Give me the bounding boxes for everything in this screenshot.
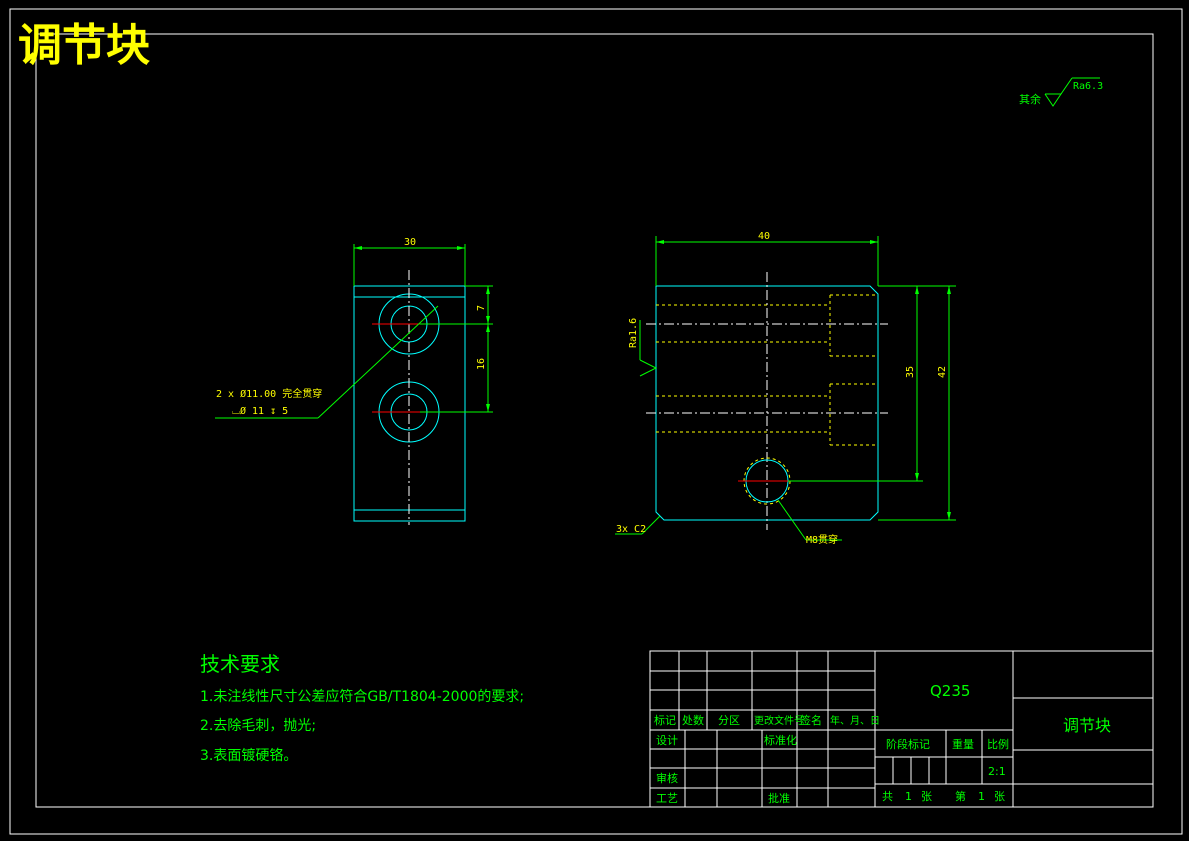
right-thread: M8贯穿 bbox=[806, 533, 838, 546]
left-dim-top: 7 bbox=[476, 305, 487, 311]
right-view: 40 35 42 Ra1.6 3x C2 M8贯穿 bbox=[615, 231, 956, 546]
roughness-symbol-icon bbox=[1044, 93, 1062, 107]
tb-sheet-unit2: 张 bbox=[994, 790, 1005, 803]
outer-frame bbox=[9, 8, 1183, 835]
tb-scale: 比例 bbox=[987, 737, 1009, 751]
drawing-canvas: 调节块 其余 Ra6.3 30 7 16 2 x Ø11.00 完全贯穿 ⌴Ø … bbox=[9, 8, 1183, 835]
tech-item-2: 2.去除毛刺，抛光; bbox=[200, 718, 316, 734]
tb-material: Q235 bbox=[930, 682, 970, 700]
tb-design: 设计 bbox=[656, 734, 678, 747]
tb-process: 工艺 bbox=[656, 792, 678, 805]
tb-scale-value: 2:1 bbox=[988, 765, 1006, 778]
tb-approve: 批准 bbox=[768, 791, 790, 805]
tb-header-zone: 分区 bbox=[718, 714, 740, 727]
left-view: 30 7 16 2 x Ø11.00 完全贯穿 ⌴Ø 11 ↧ 5 bbox=[215, 237, 493, 525]
tb-standardize: 标准化 bbox=[764, 733, 797, 747]
right-dim-inner-height: 35 bbox=[905, 366, 916, 378]
right-chamfer: 3x C2 bbox=[616, 524, 646, 535]
tb-total-label: 共 bbox=[882, 790, 893, 803]
left-dim-width: 30 bbox=[404, 237, 416, 248]
surface-finish-label: 其余 bbox=[1019, 92, 1041, 106]
tech-heading: 技术要求 bbox=[200, 652, 280, 676]
tb-header-date: 年、月、日 bbox=[830, 714, 880, 727]
tb-weight: 重量 bbox=[952, 737, 974, 751]
tb-review: 审核 bbox=[656, 771, 678, 785]
surface-finish-value: Ra6.3 bbox=[1073, 81, 1103, 92]
tb-sheet-label: 第 bbox=[955, 789, 966, 803]
tb-header-sign: 签名 bbox=[800, 713, 822, 727]
title-block: 标记 处数 分区 更改文件号 签名 年、月、日 设计 标准化 审核 工艺 批准 … bbox=[649, 650, 1154, 808]
tb-sheet-unit: 张 bbox=[921, 790, 932, 803]
roughness-1-6-icon bbox=[639, 359, 658, 377]
tech-requirements: 技术要求 1.未注线性尺寸公差应符合GB/T1804-2000的要求; 2.去除… bbox=[200, 652, 524, 764]
tb-header-count: 处数 bbox=[682, 714, 704, 727]
drawing-title: 调节块 bbox=[18, 20, 150, 71]
left-dim-spacing: 16 bbox=[476, 358, 487, 370]
hole-note-line2: ⌴Ø 11 ↧ 5 bbox=[232, 405, 288, 417]
tb-header-mark: 标记 bbox=[654, 713, 676, 727]
tb-header-change: 更改文件号 bbox=[754, 714, 804, 727]
tb-sheet-value: 1 bbox=[978, 790, 985, 803]
tb-part-name: 调节块 bbox=[1063, 716, 1111, 735]
right-dim-width: 40 bbox=[758, 231, 770, 242]
surface-finish-note: 其余 Ra6.3 bbox=[1019, 77, 1103, 107]
right-roughness: Ra1.6 bbox=[628, 318, 639, 348]
hole-note-line1: 2 x Ø11.00 完全贯穿 bbox=[216, 387, 322, 400]
tb-total-value: 1 bbox=[905, 790, 912, 803]
right-dim-total-height: 42 bbox=[937, 366, 948, 378]
tech-item-3: 3.表面镀硬铬。 bbox=[200, 747, 297, 764]
tb-stage-mark: 阶段标记 bbox=[886, 737, 930, 751]
tech-item-1: 1.未注线性尺寸公差应符合GB/T1804-2000的要求; bbox=[200, 688, 524, 705]
